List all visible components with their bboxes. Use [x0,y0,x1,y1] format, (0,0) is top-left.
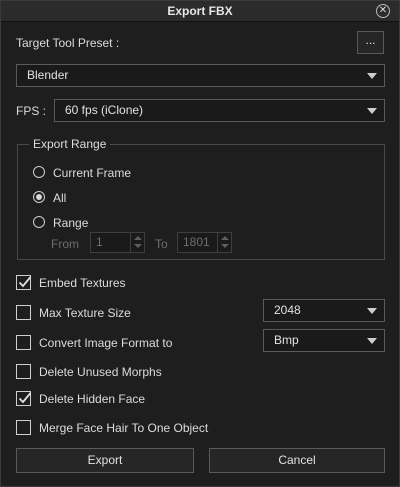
export-range-legend: Export Range [29,137,111,151]
spin-down-icon [221,244,229,248]
embed-textures-checkbox[interactable] [16,275,32,290]
preset-options-button[interactable]: ... [357,31,384,54]
to-spin-buttons[interactable] [217,233,231,252]
embed-textures-label: Embed Textures [39,276,126,290]
to-spinbox[interactable]: 1801 [177,232,232,253]
max-texture-size-dropdown[interactable]: 2048 [263,299,385,322]
chevron-down-icon [367,308,377,314]
delete-unused-morphs-checkbox[interactable] [16,364,31,379]
spin-up-icon [221,236,229,240]
delete-hidden-face-checkbox[interactable] [16,391,32,406]
fps-value: 60 fps (iClone) [65,103,144,117]
radio-range[interactable] [33,216,45,228]
chevron-down-icon [367,73,377,79]
target-preset-dropdown[interactable]: Blender [16,64,385,87]
from-label: From [51,237,79,251]
to-value: 1801 [183,235,210,249]
spin-down-icon [134,244,142,248]
spin-up-icon [134,236,142,240]
delete-unused-morphs-label: Delete Unused Morphs [39,365,162,379]
export-fbx-dialog: Export FBX ✕ Target Tool Preset : ... Bl… [0,0,400,487]
from-value: 1 [96,235,103,249]
radio-range-label: Range [53,216,89,230]
close-icon[interactable]: ✕ [376,4,390,18]
convert-image-format-label: Convert Image Format to [39,336,173,350]
cancel-button[interactable]: Cancel [209,448,385,473]
dialog-title: Export FBX [167,4,233,18]
to-label: To [155,237,168,251]
target-preset-value: Blender [27,68,69,82]
convert-image-format-checkbox[interactable] [16,335,31,350]
fps-dropdown[interactable]: 60 fps (iClone) [54,99,385,122]
checkmark-icon [18,276,32,288]
delete-hidden-face-label: Delete Hidden Face [39,392,146,406]
fps-label: FPS : [16,104,47,118]
merge-face-hair-checkbox[interactable] [16,420,31,435]
chevron-down-icon [367,108,377,114]
from-spin-buttons[interactable] [130,233,144,252]
title-bar: Export FBX ✕ [1,1,399,22]
checkmark-icon [18,392,32,404]
max-texture-size-checkbox[interactable] [16,305,31,320]
max-texture-size-label: Max Texture Size [39,306,131,320]
image-format-dropdown[interactable]: Bmp [263,329,385,352]
radio-all-label: All [53,191,67,205]
radio-current-frame[interactable] [33,166,45,178]
radio-all[interactable] [33,191,45,203]
image-format-value: Bmp [274,333,299,347]
export-range-group: Export Range Current Frame All Range Fro… [17,137,385,260]
merge-face-hair-label: Merge Face Hair To One Object [39,421,209,435]
export-button[interactable]: Export [16,448,194,473]
max-texture-size-value: 2048 [274,303,301,317]
radio-current-frame-label: Current Frame [53,166,132,180]
chevron-down-icon [367,338,377,344]
target-preset-label: Target Tool Preset : [16,36,120,50]
from-spinbox[interactable]: 1 [90,232,145,253]
